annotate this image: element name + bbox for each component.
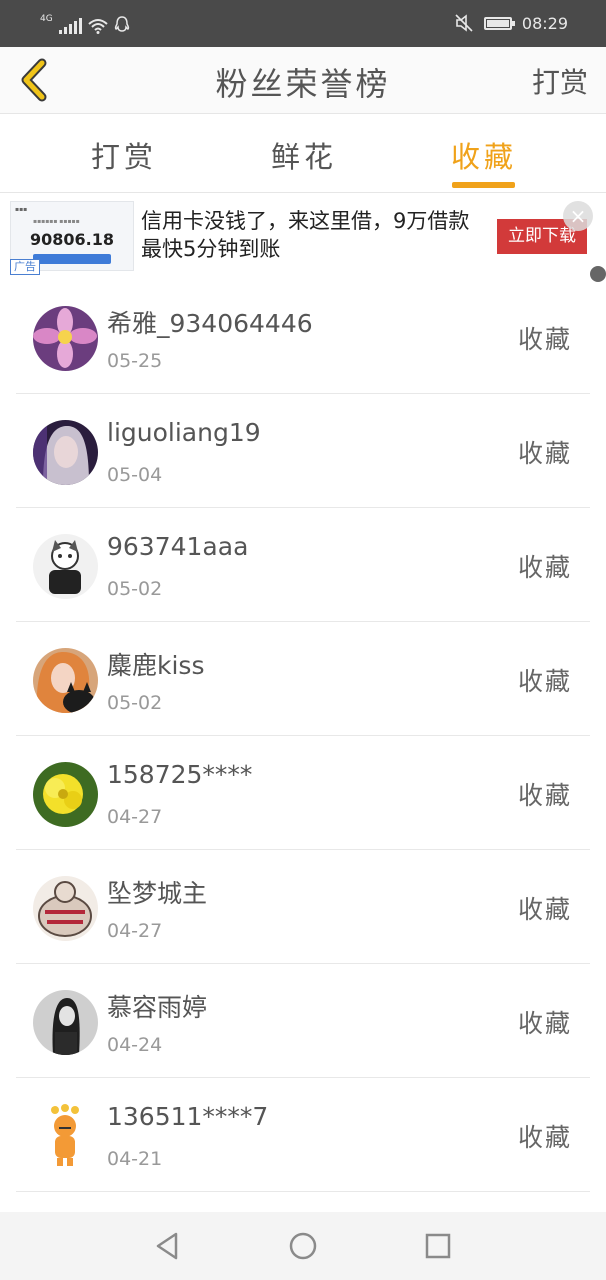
nav-back-icon[interactable] bbox=[152, 1230, 184, 1262]
status-left: 4G bbox=[40, 12, 130, 34]
fan-action: 收藏 bbox=[517, 553, 572, 582]
tab-favorites[interactable]: 收藏 bbox=[424, 134, 544, 176]
fan-action: 收藏 bbox=[517, 781, 572, 810]
signal-icon bbox=[58, 18, 82, 34]
list-item[interactable]: 963741aaa 05-02 收藏 bbox=[16, 508, 590, 622]
fan-name: 慕容雨婷 bbox=[107, 993, 208, 1022]
fan-action: 收藏 bbox=[517, 895, 572, 924]
fan-name: 158725**** bbox=[107, 760, 253, 789]
nav-home-icon[interactable] bbox=[287, 1230, 319, 1262]
reward-button[interactable]: 打赏 bbox=[532, 61, 588, 101]
cartoon-avatar-image bbox=[33, 534, 98, 599]
ad-image-button bbox=[33, 254, 111, 264]
avatar[interactable] bbox=[33, 306, 98, 371]
list-item[interactable]: liguoliang19 05-04 收藏 bbox=[16, 394, 590, 508]
tiger-avatar-image bbox=[33, 1104, 98, 1169]
avatar[interactable] bbox=[33, 420, 98, 485]
fan-name: 坠梦城主 bbox=[107, 879, 208, 908]
fan-date: 04-24 bbox=[107, 1034, 163, 1056]
list-item[interactable]: 麋鹿kiss 05-02 收藏 bbox=[16, 622, 590, 736]
ad-info-icon[interactable] bbox=[590, 266, 606, 282]
active-tab-indicator bbox=[452, 182, 515, 188]
fan-name: 希雅_934064446 bbox=[107, 309, 313, 338]
fan-date: 04-27 bbox=[107, 806, 163, 828]
network-type: 4G bbox=[40, 14, 53, 24]
avatar[interactable] bbox=[33, 534, 98, 599]
avatar[interactable] bbox=[33, 990, 98, 1055]
battery-icon bbox=[483, 16, 515, 30]
ad-label: 广告 bbox=[10, 259, 40, 275]
list-item[interactable]: 136511****7 04-21 收藏 bbox=[16, 1078, 590, 1192]
app-header: 粉丝荣誉榜 打赏 bbox=[0, 47, 606, 114]
fatty-cat-avatar-image bbox=[33, 876, 98, 941]
fan-action: 收藏 bbox=[517, 1123, 572, 1152]
avatar[interactable] bbox=[33, 1104, 98, 1169]
list-item[interactable]: 慕容雨婷 04-24 收藏 bbox=[16, 964, 590, 1078]
ad-image-amount: 90806.18 bbox=[29, 230, 114, 249]
list-item[interactable]: 希雅_934064446 05-25 收藏 bbox=[16, 280, 590, 394]
ad-image-header: ▪▪▪ bbox=[15, 206, 28, 213]
status-right: 08:29 bbox=[454, 12, 568, 34]
fan-name: liguoliang19 bbox=[107, 418, 261, 447]
avatar[interactable] bbox=[33, 648, 98, 713]
ad-close-button[interactable]: × bbox=[563, 201, 593, 231]
girl-avatar-image bbox=[33, 420, 98, 485]
clock: 08:29 bbox=[521, 13, 568, 33]
wifi-icon bbox=[88, 19, 108, 34]
list-item[interactable]: 158725**** 04-27 收藏 bbox=[16, 736, 590, 850]
flower-avatar-image bbox=[33, 306, 98, 371]
fan-date: 04-27 bbox=[107, 920, 163, 942]
avatar[interactable] bbox=[33, 762, 98, 827]
fan-date: 05-04 bbox=[107, 464, 163, 486]
system-nav-bar bbox=[0, 1212, 606, 1280]
tab-reward[interactable]: 打赏 bbox=[64, 134, 184, 176]
avatar[interactable] bbox=[33, 876, 98, 941]
fan-action: 收藏 bbox=[517, 1009, 572, 1038]
ad-banner[interactable]: ▪▪▪ ▪▪▪▪▪▪ ▪▪▪▪▪ 90806.18 广告 信用卡没钱了，来这里借… bbox=[0, 193, 606, 280]
page-title: 粉丝荣誉榜 bbox=[215, 65, 391, 103]
mute-icon bbox=[455, 14, 473, 32]
ad-text: 信用卡没钱了，来这里借，9万借款最快5分钟到账 bbox=[141, 209, 470, 261]
fan-date: 04-21 bbox=[107, 1148, 163, 1170]
fan-date: 05-25 bbox=[107, 350, 163, 372]
tab-bar: 打赏 鲜花 收藏 bbox=[0, 114, 606, 193]
fan-name: 963741aaa bbox=[107, 532, 249, 561]
fan-action: 收藏 bbox=[517, 439, 572, 468]
close-icon: × bbox=[569, 204, 587, 228]
tab-flowers[interactable]: 鲜花 bbox=[244, 134, 364, 176]
fan-action: 收藏 bbox=[517, 325, 572, 354]
girl-cat-avatar-image bbox=[33, 648, 98, 713]
list-item[interactable]: 坠梦城主 04-27 收藏 bbox=[16, 850, 590, 964]
fan-date: 05-02 bbox=[107, 692, 163, 714]
nav-recents-icon[interactable] bbox=[422, 1230, 454, 1262]
fan-action: 收藏 bbox=[517, 667, 572, 696]
fan-name: 136511****7 bbox=[107, 1102, 269, 1131]
girl-bw-avatar-image bbox=[33, 990, 98, 1055]
fan-name: 麋鹿kiss bbox=[107, 651, 205, 680]
ad-image-subtitle: ▪▪▪▪▪▪ ▪▪▪▪▪ bbox=[33, 218, 80, 225]
qq-icon bbox=[114, 16, 129, 32]
status-bar: 4G 08:29 bbox=[0, 0, 606, 47]
yellow-flower-avatar-image bbox=[33, 762, 98, 827]
fan-date: 05-02 bbox=[107, 578, 163, 600]
